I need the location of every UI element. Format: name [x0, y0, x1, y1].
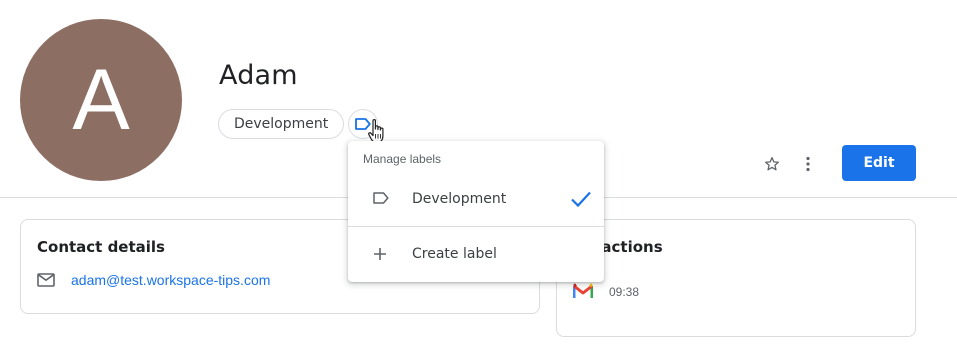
contact-name: Adam	[219, 60, 298, 91]
email-icon	[37, 273, 55, 287]
plus-icon	[374, 248, 386, 260]
edit-button[interactable]: Edit	[842, 145, 916, 181]
menu-item-create-label[interactable]: Create label	[348, 234, 604, 274]
label-chip-development[interactable]: Development	[218, 109, 345, 139]
more-vert-icon	[806, 156, 810, 172]
menu-header: Manage labels	[363, 152, 442, 166]
interaction-time: 09:38	[609, 285, 640, 299]
interactions-title: ractions	[594, 238, 663, 256]
more-options-button[interactable]	[796, 152, 820, 176]
avatar[interactable]: A	[20, 19, 182, 181]
gmail-icon	[573, 283, 593, 298]
label-icon	[373, 192, 389, 204]
star-button[interactable]	[760, 152, 784, 176]
menu-item-label: Create label	[412, 246, 497, 262]
interactions-card: ractions 09:38	[556, 219, 916, 337]
menu-item-development[interactable]: Development	[348, 179, 604, 219]
contact-details-title: Contact details	[37, 238, 165, 256]
menu-divider	[348, 226, 604, 227]
check-icon	[571, 191, 591, 208]
email-link[interactable]: adam@test.workspace-tips.com	[71, 272, 270, 288]
manage-labels-menu: Manage labels Development Create label	[348, 141, 604, 282]
avatar-initial: A	[72, 52, 130, 148]
star-outline-icon	[764, 156, 780, 171]
menu-item-label: Development	[412, 191, 507, 207]
